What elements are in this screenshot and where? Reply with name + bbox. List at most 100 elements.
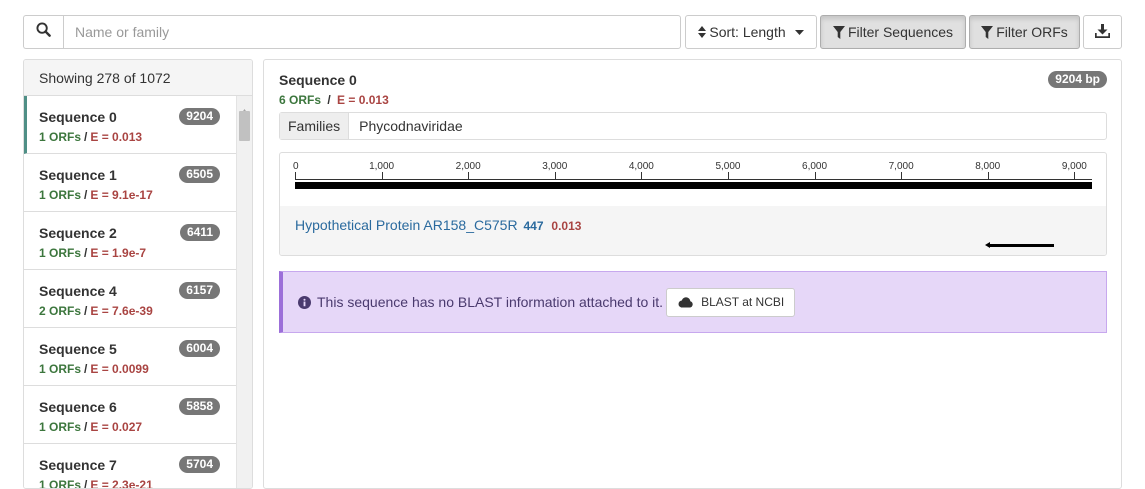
list-item[interactable]: Sequence 7 5704 1 ORFs / E = 2.3e-21: [24, 444, 238, 489]
sequence-meta-separator: /: [84, 478, 88, 489]
blast-message: This sequence has no BLAST information a…: [317, 294, 664, 310]
sequence-bar: [295, 182, 1092, 189]
search-addon[interactable]: [23, 15, 63, 49]
sequence-evalue: E = 1.9e-7: [90, 246, 147, 260]
ruler-tick: [1074, 172, 1076, 180]
info-circle-icon: [298, 295, 311, 309]
ruler-tick: [987, 172, 989, 180]
sequence-ruler: 0 1,000 2,000 3,000 4,000 5,000 6,000 7,000 8,00…: [293, 153, 1092, 191]
ruler-tick-label: 3,000: [542, 161, 568, 172]
ruler-tick: [727, 172, 729, 180]
search-icon: [36, 22, 51, 42]
sequence-list: Sequence 0 9204 1 ORFs / E = 0.013 Sequence 1…: [24, 96, 238, 489]
sequence-length-badge: 6157: [179, 282, 220, 299]
sequence-orf-count: 1 ORFs: [39, 188, 82, 202]
ruler-tick: [814, 172, 816, 180]
sequence-orf-count: 1 ORFs: [39, 130, 82, 144]
filter-orfs-button[interactable]: Filter ORFs: [969, 15, 1080, 49]
search-group: [23, 15, 681, 49]
detail-evalue: E = 0.013: [337, 93, 389, 107]
ruler-tick-label: 5,000: [715, 161, 741, 172]
sequence-meta: 1 ORFs / E = 0.013: [39, 130, 238, 144]
list-item[interactable]: Sequence 4 6157 2 ORFs / E = 7.6e-39: [24, 270, 238, 328]
ruler-axis: [295, 179, 1092, 180]
sequence-length-badge: 5858: [179, 398, 220, 415]
sequence-meta-separator: /: [84, 362, 88, 376]
detail-separator: /: [327, 93, 331, 107]
sequence-length-badge: 5704: [179, 456, 220, 473]
ruler-tick-label: 4,000: [628, 161, 654, 172]
sequence-evalue: E = 0.013: [90, 130, 143, 144]
ruler-tick: [381, 172, 383, 180]
orf-name-link[interactable]: Hypothetical Protein AR158_C575R: [295, 217, 518, 233]
orf-label: Hypothetical Protein AR158_C575R 447 0.0…: [295, 217, 581, 233]
filter-sequences-label: Filter Sequences: [847, 24, 954, 40]
blast-at-ncbi-button[interactable]: BLAST at NCBI: [666, 287, 796, 317]
ruler-tick: [901, 172, 903, 180]
families-label: Families: [280, 113, 350, 139]
ruler-tick-label: 6,000: [802, 161, 828, 172]
ruler-tick-label: 1,000: [369, 161, 395, 172]
orf-length: 447: [523, 219, 544, 233]
sort-dropdown[interactable]: Sort: Length: [685, 15, 817, 49]
sequence-track: 0 1,000 2,000 3,000 4,000 5,000 6,000 7,000 8,00…: [279, 152, 1107, 256]
orf-arrow[interactable]: [984, 242, 1055, 248]
list-item[interactable]: Sequence 5 6004 1 ORFs / E = 0.0099: [24, 328, 238, 386]
sequence-list-panel: Showing 278 of 1072 Sequence 0 9204 1 ORFs…: [23, 59, 253, 489]
detail-meta: 6 ORFs / E = 0.013: [279, 93, 389, 107]
sequence-evalue: E = 0.027: [90, 420, 143, 434]
ruler-tick: [468, 172, 470, 180]
length-badge: 9204 bp: [1048, 71, 1107, 88]
filter-orfs-label: Filter ORFs: [996, 24, 1068, 40]
ruler-tick-label: 7,000: [888, 161, 914, 172]
filter-sequences-button[interactable]: Filter Sequences: [820, 15, 966, 49]
sequence-length-badge: 6505: [179, 166, 220, 183]
sequence-orf-count: 1 ORFs: [39, 246, 82, 260]
blast-alert: This sequence has no BLAST information a…: [279, 271, 1107, 333]
orf-evalue: 0.013: [551, 219, 582, 233]
sequence-meta-separator: /: [84, 304, 88, 318]
list-item[interactable]: Sequence 2 6411 1 ORFs / E = 1.9e-7: [24, 212, 238, 270]
download-button[interactable]: [1083, 15, 1122, 49]
cloud-icon: [677, 296, 693, 308]
sequence-meta: 1 ORFs / E = 9.1e-17: [39, 188, 238, 202]
sequence-length-badge: 9204: [179, 108, 220, 125]
scroll-thumb[interactable]: [239, 111, 250, 141]
blast-button-label: BLAST at NCBI: [701, 295, 785, 309]
sequence-evalue: E = 0.0099: [90, 362, 149, 376]
download-icon: [1094, 23, 1111, 41]
filter-icon: [832, 25, 845, 39]
sequence-meta-separator: /: [84, 420, 88, 434]
orf-row[interactable]: Hypothetical Protein AR158_C575R 447 0.0…: [280, 206, 1106, 255]
sequence-length-badge: 6411: [179, 224, 220, 241]
sequence-evalue: E = 2.3e-21: [90, 478, 153, 489]
families-value: Phycodnaviridae: [359, 118, 463, 134]
detail-orf-count: 6 ORFs: [279, 93, 322, 107]
chevron-down-icon: [794, 29, 804, 35]
ruler-tick: [295, 172, 296, 180]
families-group: Families Phycodnaviridae: [279, 112, 1107, 140]
sequence-evalue: E = 7.6e-39: [90, 304, 153, 318]
sequence-length-badge: 6004: [179, 340, 220, 357]
sequence-orf-count: 2 ORFs: [39, 304, 82, 318]
list-scrollbar[interactable]: [236, 96, 252, 488]
ruler-tick-label: 2,000: [455, 161, 481, 172]
toolbar: Sort: Length Filter Sequences Filter ORF…: [23, 15, 1122, 49]
sequence-meta: 2 ORFs / E = 7.6e-39: [39, 304, 238, 318]
sequence-meta-separator: /: [84, 246, 88, 260]
sequence-orf-count: 1 ORFs: [39, 420, 82, 434]
sort-label: Sort: Length: [709, 24, 786, 40]
sequence-orf-count: 1 ORFs: [39, 478, 82, 489]
ruler-tick-label: 9,000: [1061, 161, 1087, 172]
sequence-meta-separator: /: [84, 130, 88, 144]
list-item[interactable]: Sequence 6 5858 1 ORFs / E = 0.027: [24, 386, 238, 444]
list-item[interactable]: Sequence 0 9204 1 ORFs / E = 0.013: [24, 96, 238, 154]
search-input[interactable]: [63, 15, 681, 49]
sequence-meta: 1 ORFs / E = 0.0099: [39, 362, 238, 376]
sequence-meta-separator: /: [84, 188, 88, 202]
detail-title: Sequence 0: [279, 72, 357, 88]
sequence-count-header: Showing 278 of 1072: [24, 60, 252, 96]
sequence-evalue: E = 9.1e-17: [90, 188, 153, 202]
filter-icon: [981, 25, 994, 39]
list-item[interactable]: Sequence 1 6505 1 ORFs / E = 9.1e-17: [24, 154, 238, 212]
